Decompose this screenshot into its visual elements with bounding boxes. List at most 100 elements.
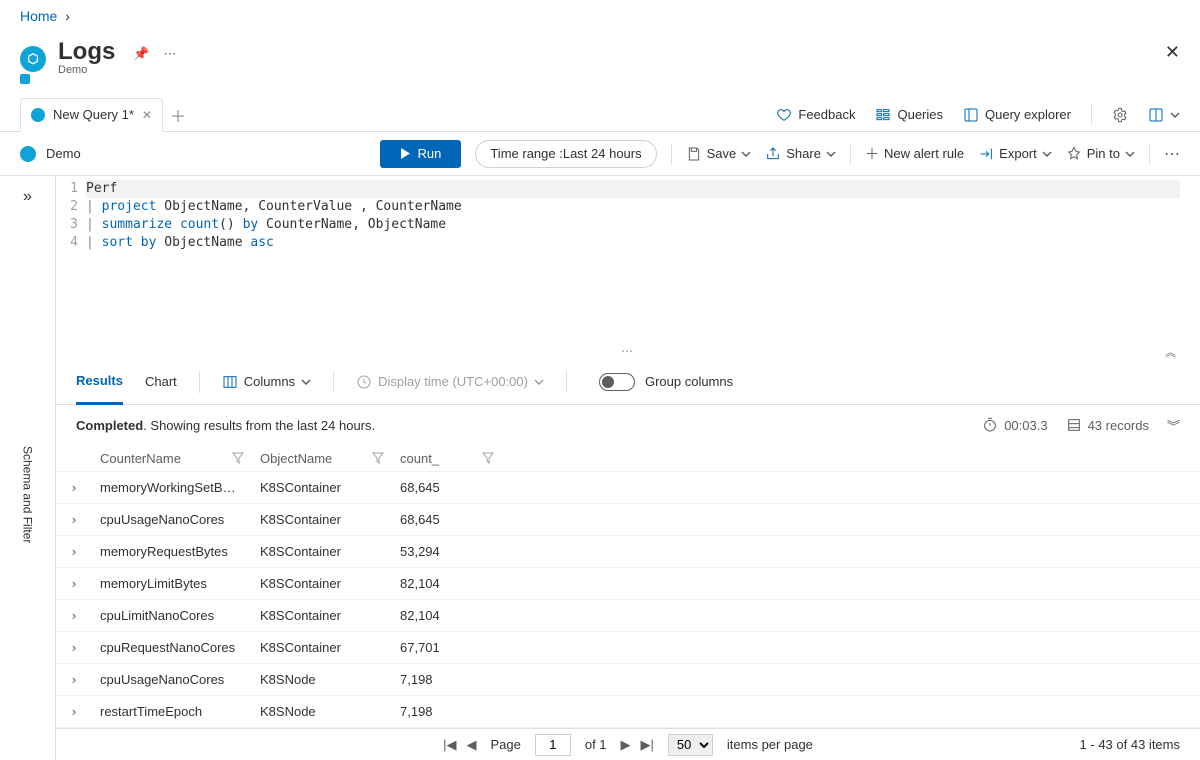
- heart-icon: [776, 107, 792, 123]
- row-expand-button[interactable]: ›: [56, 640, 92, 655]
- splitter-handle[interactable]: ⋯: [56, 344, 1200, 358]
- page-subtitle: Demo: [58, 64, 115, 76]
- status-duration: 00:03.3: [982, 417, 1047, 433]
- cell-count: 68,645: [392, 512, 502, 527]
- display-time-label: Display time (UTC+00:00): [378, 374, 528, 389]
- logs-icon: ⬡: [20, 46, 46, 84]
- cell-countername: restartTimeEpoch: [92, 704, 252, 719]
- results-grid: CounterName ObjectName count_ ›memoryWor…: [56, 445, 1200, 760]
- pager-page-label: Page: [490, 737, 520, 752]
- share-icon: [765, 146, 781, 162]
- row-expand-button[interactable]: ›: [56, 576, 92, 591]
- export-label: Export: [999, 146, 1037, 161]
- results-pager: |◀ ◀ Page of 1 ▶ ▶| 50 items per page 1 …: [56, 728, 1200, 760]
- pager-prev-button[interactable]: ◀: [466, 737, 476, 753]
- settings-icon[interactable]: [1112, 107, 1128, 123]
- table-row[interactable]: ›memoryRequestBytesK8SContainer53,294: [56, 535, 1200, 567]
- save-button[interactable]: Save: [686, 146, 752, 162]
- scope-icon: [20, 146, 36, 162]
- display-time-button[interactable]: Display time (UTC+00:00): [356, 374, 544, 390]
- table-row[interactable]: ›restartTimeEpochK8SNode7,198: [56, 695, 1200, 727]
- share-button[interactable]: Share: [765, 146, 836, 162]
- pin-icon[interactable]: 📌: [133, 46, 149, 62]
- cell-objectname: K8SContainer: [252, 576, 392, 591]
- pager-page-input[interactable]: [535, 734, 571, 756]
- export-button[interactable]: Export: [978, 146, 1052, 162]
- row-expand-button[interactable]: ›: [56, 544, 92, 559]
- tab-results-label: Results: [76, 373, 123, 388]
- run-button[interactable]: Run: [380, 140, 461, 168]
- new-alert-button[interactable]: ＋ New alert rule: [865, 144, 964, 164]
- tab-close-icon[interactable]: ✕: [142, 108, 152, 122]
- table-row[interactable]: ›cpuRequestNanoCoresK8SContainer67,701: [56, 631, 1200, 663]
- group-columns-toggle[interactable]: [599, 373, 635, 391]
- breadcrumb-home[interactable]: Home: [20, 8, 57, 24]
- row-expand-button[interactable]: ›: [56, 608, 92, 623]
- group-columns-label: Group columns: [645, 374, 733, 389]
- pager-first-button[interactable]: |◀: [443, 737, 456, 753]
- feedback-button[interactable]: Feedback: [776, 107, 855, 123]
- chevron-down-icon: [1042, 149, 1052, 159]
- pin-to-button[interactable]: Pin to: [1066, 146, 1135, 162]
- table-row[interactable]: ›memoryWorkingSetB…K8SContainer68,645: [56, 471, 1200, 503]
- col-objectname[interactable]: ObjectName: [260, 451, 332, 466]
- pager-size-select[interactable]: 50: [668, 734, 713, 756]
- expand-rail-button[interactable]: »: [23, 188, 32, 206]
- pager-of-label: of 1: [585, 737, 607, 752]
- table-row[interactable]: ›cpuLimitNanoCoresK8SContainer82,104: [56, 599, 1200, 631]
- cell-countername: cpuUsageNanoCores: [92, 512, 252, 527]
- row-expand-button[interactable]: ›: [56, 704, 92, 719]
- scope-label[interactable]: Demo: [46, 146, 81, 161]
- row-expand-button[interactable]: ›: [56, 480, 92, 495]
- filter-icon[interactable]: [482, 452, 494, 464]
- toolbar-more-icon[interactable]: ⋯: [1164, 144, 1180, 164]
- pager-last-button[interactable]: ▶|: [641, 737, 654, 753]
- columns-icon: [222, 374, 238, 390]
- chevron-right-icon: ›: [65, 8, 70, 24]
- query-explorer-button[interactable]: Query explorer: [963, 107, 1071, 123]
- cell-objectname: K8SNode: [252, 704, 392, 719]
- query-toolbar: Demo Run Time range : Last 24 hours Save…: [0, 132, 1200, 176]
- queries-label: Queries: [897, 107, 943, 122]
- results-status-bar: Completed. Showing results from the last…: [56, 405, 1200, 445]
- filter-icon[interactable]: [372, 452, 384, 464]
- col-count[interactable]: count_: [400, 451, 439, 466]
- close-button[interactable]: ✕: [1165, 42, 1180, 63]
- clock-icon: [356, 374, 372, 390]
- time-range-prefix: Time range :: [490, 146, 563, 161]
- col-countername[interactable]: CounterName: [100, 451, 181, 466]
- collapse-editor-button[interactable]: ︽: [1165, 344, 1176, 360]
- query-explorer-label: Query explorer: [985, 107, 1071, 122]
- stopwatch-icon: [982, 417, 998, 433]
- more-icon[interactable]: ⋯: [164, 46, 177, 62]
- chevron-down-icon: [534, 377, 544, 387]
- share-label: Share: [786, 146, 821, 161]
- query-tab-icon: [31, 108, 45, 122]
- cell-objectname: K8SContainer: [252, 544, 392, 559]
- filter-icon[interactable]: [232, 452, 244, 464]
- panel-toggle-button[interactable]: [1148, 107, 1180, 123]
- row-expand-button[interactable]: ›: [56, 512, 92, 527]
- cell-objectname: K8SContainer: [252, 480, 392, 495]
- pin-to-label: Pin to: [1087, 146, 1120, 161]
- chevron-down-icon: [1125, 149, 1135, 159]
- time-range-picker[interactable]: Time range : Last 24 hours: [475, 140, 656, 168]
- table-row[interactable]: ›memoryLimitBytesK8SContainer82,104: [56, 567, 1200, 599]
- queries-button[interactable]: Queries: [875, 107, 943, 123]
- row-expand-button[interactable]: ›: [56, 672, 92, 687]
- query-editor[interactable]: 1234 Perf| project ObjectName, CounterVa…: [56, 176, 1200, 344]
- cell-count: 68,645: [392, 480, 502, 495]
- pager-next-button[interactable]: ▶: [621, 737, 631, 753]
- new-tab-button[interactable]: ＋: [163, 103, 193, 127]
- query-tab-active[interactable]: New Query 1* ✕: [20, 98, 163, 132]
- tab-chart[interactable]: Chart: [145, 359, 177, 405]
- table-row[interactable]: ›cpuUsageNanoCoresK8SContainer68,645: [56, 503, 1200, 535]
- columns-button[interactable]: Columns: [222, 374, 311, 390]
- table-row[interactable]: ›cpuUsageNanoCoresK8SNode7,198: [56, 663, 1200, 695]
- collapse-results-button[interactable]: ︾: [1167, 416, 1180, 435]
- status-records-value: 43 records: [1088, 418, 1149, 433]
- tab-results[interactable]: Results: [76, 359, 123, 405]
- schema-rail-label[interactable]: Schema and Filter: [21, 446, 35, 543]
- pager-ipp-label: items per page: [727, 737, 813, 752]
- cell-countername: memoryWorkingSetB…: [92, 480, 252, 495]
